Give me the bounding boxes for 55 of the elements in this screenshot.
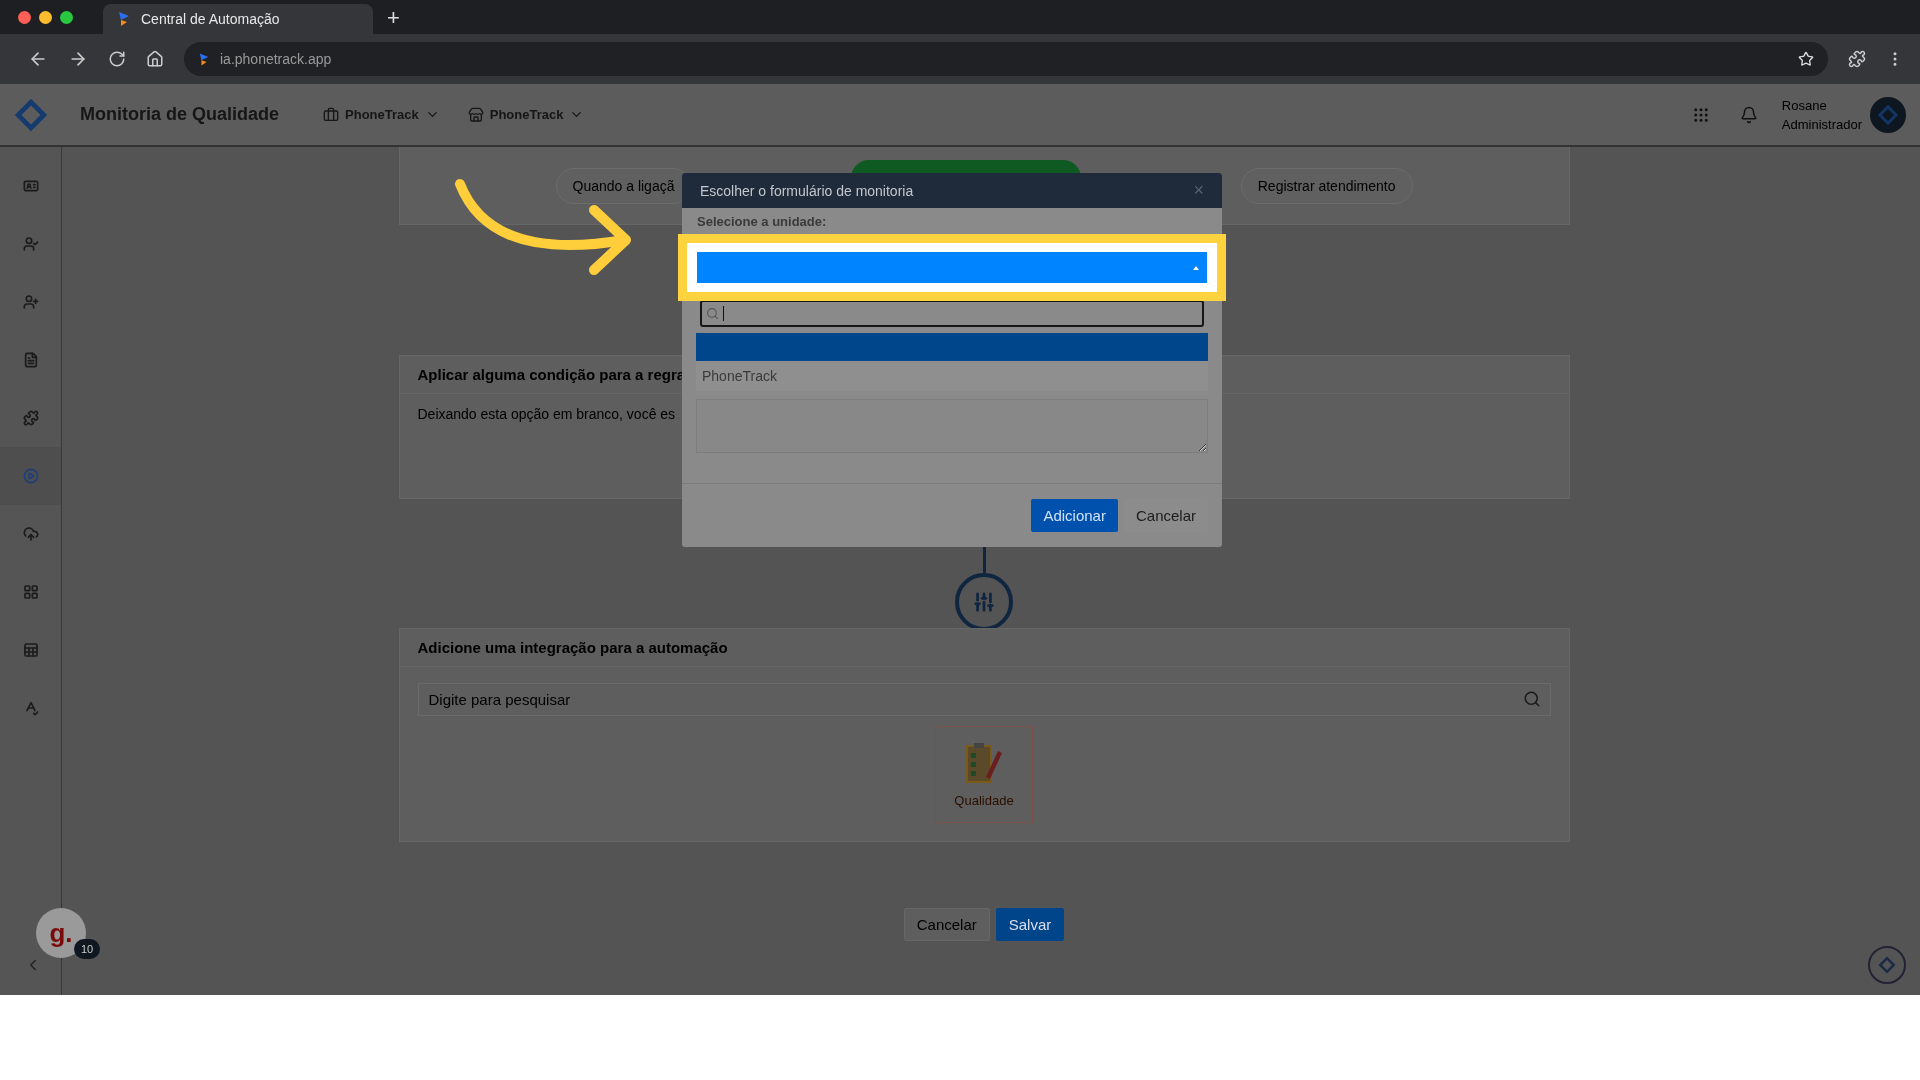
close-button[interactable]: × [1193,180,1204,202]
user-avatar[interactable] [1870,96,1906,133]
briefcase-icon [323,106,340,123]
bookmark-star-icon[interactable] [1798,51,1814,67]
idcard-icon [22,178,39,194]
modal-title: Escolher o formulário de monitoria [700,182,914,199]
integration-tile[interactable]: Qualidade [935,726,1033,823]
play-icon [22,468,39,484]
caret-icon [1193,265,1199,270]
browser-tab[interactable]: Central de Automação [103,4,373,34]
user-name: Rosane [1781,96,1828,115]
app-logo-icon [1877,955,1897,975]
sliders-icon [973,591,995,613]
home-icon[interactable] [146,50,164,68]
window-close-button[interactable] [18,10,31,24]
dropdown-search-field[interactable] [700,300,1204,327]
step-pill[interactable]: Registrar atendimento [1240,167,1413,204]
window-minimize-button[interactable] [39,10,52,24]
user-role: Administrador [1781,115,1862,134]
dropdown-option[interactable] [696,332,1208,361]
window-maximize-button[interactable] [60,10,73,24]
grid-icon [22,584,39,600]
notifications-icon[interactable] [1739,105,1758,124]
puzzle-icon [22,410,39,426]
add-button[interactable]: Adicionar [1031,499,1118,532]
notification-badge: 10 [74,939,100,959]
save-button[interactable]: Salvar [995,908,1065,941]
select-field[interactable] [697,252,1207,283]
apps-grid-icon[interactable] [1691,105,1710,124]
dropdown-option[interactable]: PhoneTrack [696,360,1208,392]
search-icon [706,306,719,320]
usercheck-icon [22,236,39,252]
store-icon [467,106,484,123]
userplus-icon [22,294,39,310]
table-icon [22,642,39,658]
company-selector[interactable]: PhoneTrack [323,106,440,123]
file-icon [22,352,39,368]
reload-icon[interactable] [108,50,126,68]
company-selector[interactable]: PhoneTrack [467,106,585,123]
search-field[interactable]: Digite para pesquisar [417,683,1551,716]
card-title: Adicione uma integração para a automação [399,629,1569,667]
cancel-button[interactable]: Cancelar [903,908,990,941]
search-icon[interactable] [1522,690,1541,708]
new-tab-button[interactable]: + [387,5,400,31]
address-bar[interactable]: ia.phonetrack.app [184,42,1828,76]
site-favicon-icon [117,11,131,27]
app-logo-icon [1876,102,1900,127]
extensions-icon[interactable] [1848,50,1866,68]
hint-text: Deixando esta opção em branco, você es [417,406,676,422]
cloud-icon [22,526,39,542]
help-button[interactable] [1868,946,1906,984]
page-title: Monitoria de Qualidade [80,104,280,125]
field-label: Selecione a unidade: [697,214,828,230]
site-favicon-icon [198,51,210,67]
checklist-icon [964,741,1004,785]
